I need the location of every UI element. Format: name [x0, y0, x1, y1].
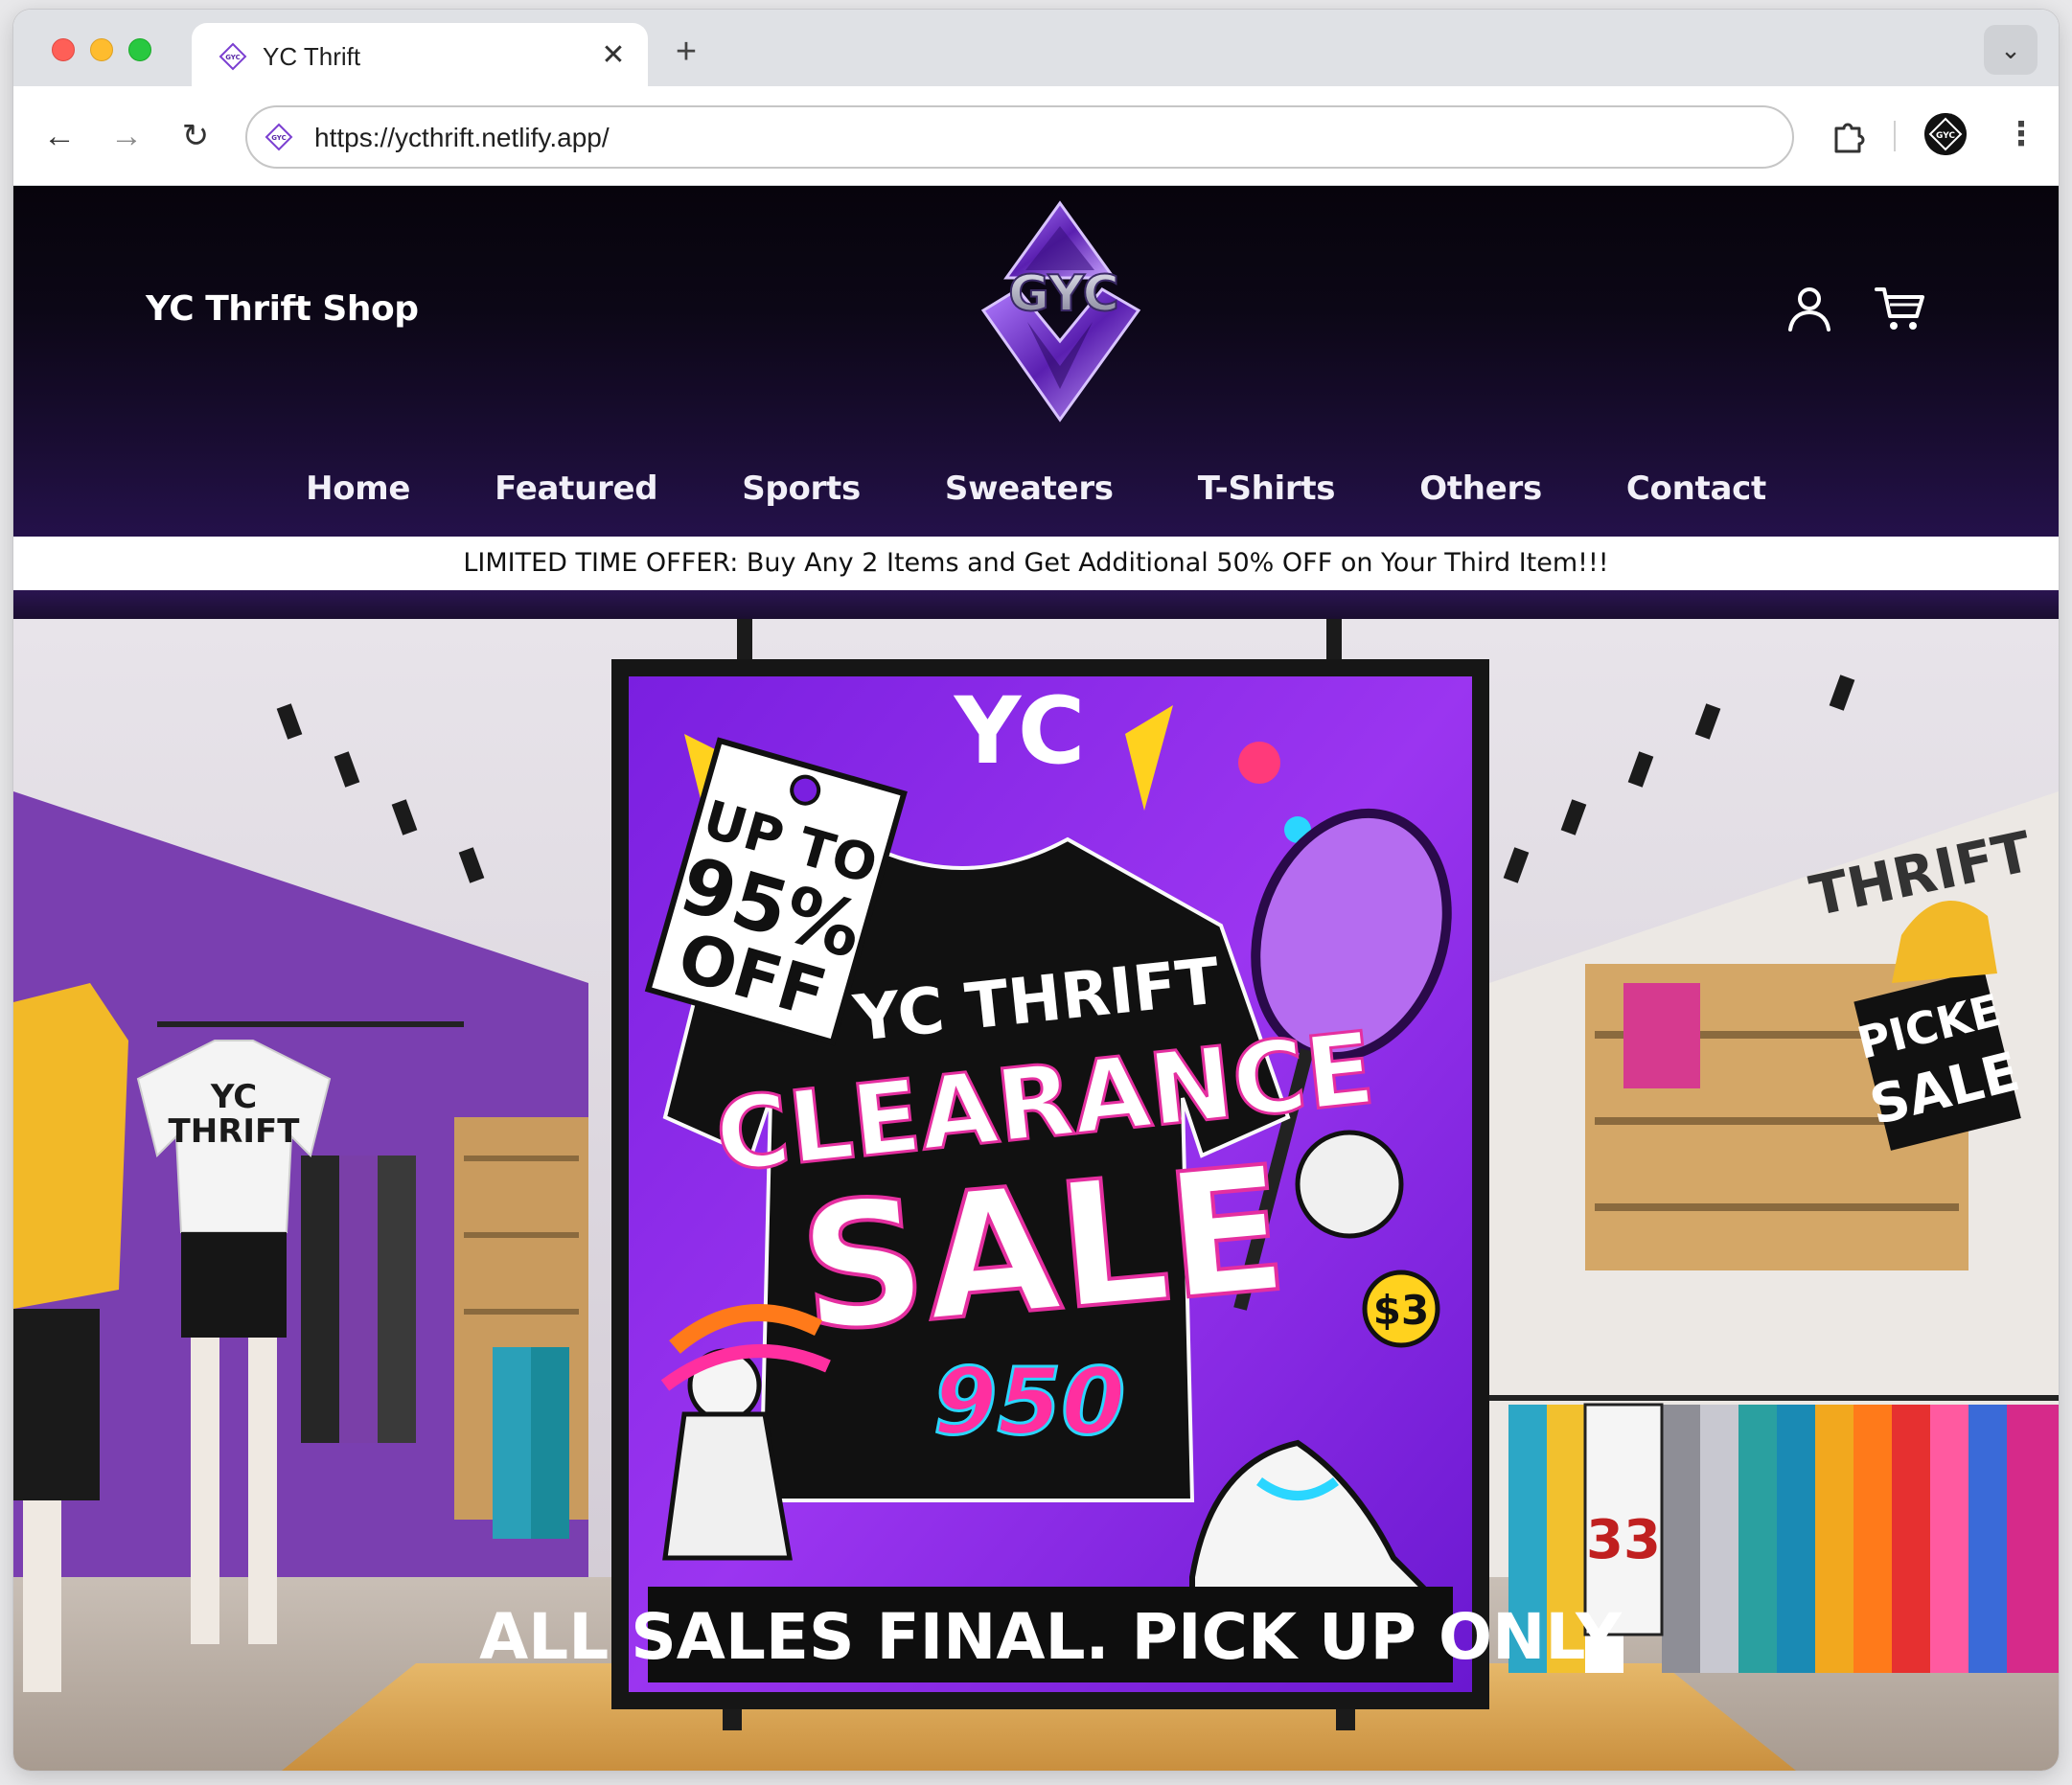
svg-text:GYC: GYC	[1936, 131, 1955, 141]
reload-icon[interactable]: ↻	[174, 115, 217, 157]
shopping-cart-icon[interactable]	[1873, 282, 1926, 335]
web-page: YC Thrift Shop GYC Home Featured Sports …	[13, 186, 2059, 1771]
close-window-button[interactable]	[52, 38, 75, 61]
svg-text:GYC: GYC	[225, 54, 241, 61]
nav-sports[interactable]: Sports	[742, 460, 861, 517]
tab-title: YC Thrift	[263, 42, 361, 71]
new-tab-button[interactable]: +	[667, 34, 705, 73]
shirt-line3: SALE	[793, 1130, 1294, 1371]
tab-search-chevron-icon[interactable]: ⌄	[1984, 25, 2037, 75]
menu-kebab-icon[interactable]: ⋮	[2005, 113, 2037, 155]
left-shirt-line1: YC	[210, 1078, 257, 1116]
promo-divider	[13, 590, 2059, 619]
hero-clearance-image: YC THRIFT THRIFT PICKE SALE 33 YC YC THR…	[13, 619, 2059, 1771]
extensions-puzzle-icon[interactable]	[1829, 115, 1869, 155]
browser-toolbar: ← → ↻ GYC https://ycthrift.netlify.app/ …	[13, 86, 2059, 186]
poster-brand: YC	[954, 677, 1086, 785]
toolbar-divider	[1894, 121, 1896, 151]
poster-graffiti: 950	[933, 1348, 1125, 1455]
tab-close-icon[interactable]: ✕	[596, 38, 631, 73]
nav-home[interactable]: Home	[306, 460, 410, 517]
favicon-icon: GYC	[219, 42, 247, 71]
account-user-icon[interactable]	[1783, 282, 1836, 335]
nav-others[interactable]: Others	[1419, 460, 1542, 517]
browser-tab-active[interactable]: GYC YC Thrift ✕	[192, 23, 648, 90]
back-arrow-icon[interactable]: ←	[38, 115, 81, 157]
tab-strip: GYC YC Thrift ✕ + ⌄	[13, 10, 2059, 90]
nav-contact[interactable]: Contact	[1626, 460, 1766, 517]
pink-portrait	[1623, 983, 1700, 1088]
nav-t-shirts[interactable]: T-Shirts	[1198, 460, 1336, 517]
badge-text: $3	[1373, 1287, 1429, 1334]
left-clothes-rack	[157, 1021, 464, 1027]
main-navigation: Home Featured Sports Sweaters T-Shirts O…	[13, 460, 2059, 517]
nav-featured[interactable]: Featured	[495, 460, 657, 517]
profile-avatar-icon[interactable]: GYC	[1924, 113, 1967, 155]
shop-name-link[interactable]: YC Thrift Shop	[146, 289, 419, 329]
nav-sweaters[interactable]: Sweaters	[945, 460, 1114, 517]
gyc-logo[interactable]: GYC	[960, 197, 1190, 427]
clearance-poster: YC YC THRIFT CLEARANCE SALE 950 UP TO 95…	[479, 659, 1623, 1709]
poster-footer: ALL SALES FINAL. PICK UP ONLY	[479, 1600, 1623, 1674]
browser-window: GYC YC Thrift ✕ + ⌄ ← → ↻ GYC https://yc…	[13, 10, 2059, 1771]
maximize-window-button[interactable]	[128, 38, 151, 61]
url-text[interactable]: https://ycthrift.netlify.app/	[314, 123, 610, 153]
address-bar[interactable]: GYC https://ycthrift.netlify.app/	[245, 105, 1794, 169]
minimize-window-button[interactable]	[90, 38, 113, 61]
site-header: YC Thrift Shop GYC Home Featured Sports …	[13, 186, 2059, 537]
jersey-number: 33	[1586, 1509, 1661, 1571]
logo-text: GYC	[1008, 265, 1119, 323]
svg-text:GYC: GYC	[271, 134, 287, 142]
promo-banner: LIMITED TIME OFFER: Buy Any 2 Items and …	[13, 537, 2059, 590]
left-shirt-line2: THRIFT	[169, 1112, 301, 1151]
forward-arrow-icon[interactable]: →	[105, 115, 148, 157]
site-info-icon[interactable]: GYC	[265, 123, 293, 151]
